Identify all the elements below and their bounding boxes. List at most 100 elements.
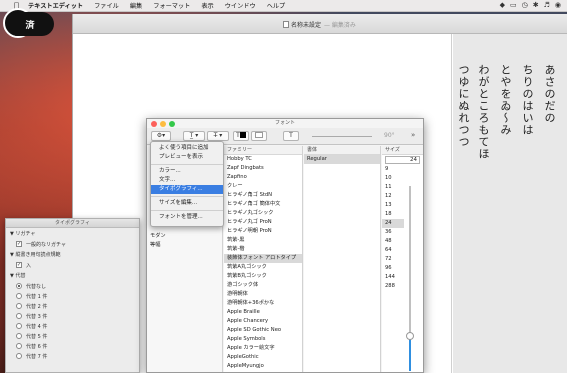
display-icon[interactable]: ▭	[510, 1, 517, 9]
alternate-option[interactable]: 代替 3 件	[6, 311, 139, 321]
more-options-icon[interactable]: »	[411, 131, 415, 139]
style-item[interactable]: Regular	[304, 155, 380, 164]
alternate-option[interactable]: 代替 5 件	[6, 331, 139, 341]
alternate-option[interactable]: 代替 6 件	[6, 341, 139, 351]
checkbox[interactable]: ✓	[16, 262, 22, 268]
size-item[interactable]: 64	[382, 246, 404, 255]
family-item[interactable]: Apple Chancery	[224, 317, 302, 326]
family-item[interactable]: Apple カラー絵文字	[224, 344, 302, 353]
family-item[interactable]: 游ゴシック体	[224, 281, 302, 290]
family-item[interactable]: ヒラギノ丸ゴ ProN	[224, 218, 302, 227]
wifi-icon[interactable]: ◉	[555, 1, 561, 9]
menu-item-add-favorite[interactable]: よく使う項目に追加	[151, 144, 223, 153]
size-slider-knob[interactable]	[406, 332, 414, 340]
alternate-option[interactable]: 代替 4 件	[6, 321, 139, 331]
family-item[interactable]: Zapf Dingbats	[224, 164, 302, 173]
underline-button[interactable]: T̲ ▾	[183, 131, 205, 141]
size-item[interactable]: 13	[382, 201, 404, 210]
collection-item[interactable]: 等幅	[147, 241, 222, 250]
family-item[interactable]: 游明朝体	[224, 290, 302, 299]
dropbox-icon[interactable]: ◆	[500, 1, 505, 9]
size-item[interactable]: 9	[382, 165, 404, 174]
strikethrough-button[interactable]: T̶ ▾	[207, 131, 229, 141]
alternate-option[interactable]: 代替 7 件	[6, 351, 139, 361]
menu-item-manage-fonts[interactable]: フォントを管理...	[151, 213, 223, 222]
family-item[interactable]: 筑紫B丸ゴシック	[224, 272, 302, 281]
menu-file[interactable]: ファイル	[94, 1, 119, 10]
menu-help[interactable]: ヘルプ	[267, 1, 286, 10]
volume-icon[interactable]: ♬	[544, 1, 550, 9]
section-alternates-header[interactable]: ▼ 代替	[6, 270, 139, 281]
size-item[interactable]: 72	[382, 255, 404, 264]
collection-item[interactable]: モダン	[147, 232, 222, 241]
radio-button[interactable]	[16, 323, 22, 329]
menu-item-show-preview[interactable]: プレビューを表示	[151, 153, 223, 162]
size-slider[interactable]	[406, 186, 414, 371]
action-gear-button[interactable]: ⚙▾	[151, 131, 171, 141]
fonts-window-title: フォント	[274, 120, 295, 126]
menu-window[interactable]: ウインドウ	[225, 1, 256, 10]
typography-panel-title[interactable]: タイポグラフィ	[6, 219, 139, 228]
family-item[interactable]: 筑紫-楷	[224, 245, 302, 254]
document-text-area[interactable]: あさのだの ちりのはいは とやをゐ〜み わがところもてほ つゆにぬれつつ	[453, 34, 567, 373]
size-item[interactable]: 48	[382, 237, 404, 246]
vertical-punctuation-option[interactable]: ✓ 入	[6, 260, 139, 270]
checkbox[interactable]: ✓	[16, 241, 22, 247]
menu-separator	[151, 196, 223, 197]
radio-button[interactable]	[16, 303, 22, 309]
alternate-option[interactable]: 代替 1 件	[6, 291, 139, 301]
radio-button[interactable]	[16, 293, 22, 299]
size-item[interactable]: 11	[382, 183, 404, 192]
family-item[interactable]: 筑紫A丸ゴシック	[224, 263, 302, 272]
size-item[interactable]: 10	[382, 174, 404, 183]
size-item[interactable]: 36	[382, 228, 404, 237]
family-item-selected[interactable]: 装飾体フォント アロトタイプ	[224, 254, 302, 263]
menu-item-typography[interactable]: タイポグラフィ...	[151, 185, 223, 194]
ligature-common-option[interactable]: ✓ 一般的なリガチャ	[6, 239, 139, 249]
document-titlebar[interactable]: 名称未設定 — 編集済み	[73, 14, 567, 34]
family-item[interactable]: Zapfino	[224, 173, 302, 182]
menu-item-characters[interactable]: 文字...	[151, 176, 223, 185]
section-ligature-header[interactable]: ▼ リガチャ	[6, 228, 139, 239]
radio-button[interactable]	[16, 343, 22, 349]
radio-button[interactable]	[16, 313, 22, 319]
shadow-opacity-slider[interactable]	[312, 136, 372, 137]
section-vertical-punctuation-header[interactable]: ▼ 縦書き用句読点規範	[6, 249, 139, 260]
family-item[interactable]: クレー	[224, 182, 302, 191]
size-item[interactable]: 18	[382, 210, 404, 219]
size-item[interactable]: 144	[382, 273, 404, 282]
radio-button[interactable]	[16, 353, 22, 359]
size-item[interactable]: 96	[382, 264, 404, 273]
family-item[interactable]: ヒラギノ角ゴ StdN	[224, 191, 302, 200]
time-machine-icon[interactable]: ◷	[522, 1, 528, 9]
size-item-selected[interactable]: 24	[382, 219, 404, 228]
size-input[interactable]: 24	[385, 156, 420, 164]
family-item[interactable]: ヒラギノ角ゴ 簡体中文	[224, 200, 302, 209]
menu-item-edit-sizes[interactable]: サイズを編集...	[151, 199, 223, 208]
family-item[interactable]: ヒラギノ明朝 ProN	[224, 227, 302, 236]
family-item[interactable]: Hobby TC	[224, 155, 302, 164]
menu-view[interactable]: 表示	[201, 1, 213, 10]
shadow-button[interactable]: T	[283, 131, 299, 141]
menu-app-name[interactable]: テキストエディット	[28, 1, 83, 10]
family-item[interactable]: AppleGothic	[224, 353, 302, 362]
radio-button[interactable]	[16, 333, 22, 339]
size-item[interactable]: 288	[382, 282, 404, 291]
bluetooth-icon[interactable]: ✱	[533, 1, 539, 9]
alternate-option[interactable]: 代替 2 件	[6, 301, 139, 311]
radio-button[interactable]	[16, 283, 22, 289]
size-item[interactable]: 12	[382, 192, 404, 201]
menu-item-color[interactable]: カラー...	[151, 167, 223, 176]
family-item[interactable]: AppleMyungjo	[224, 362, 302, 371]
family-item[interactable]: 筑紫-黒	[224, 236, 302, 245]
alternate-option[interactable]: 代替なし	[6, 281, 139, 291]
family-item[interactable]: Apple Symbols	[224, 335, 302, 344]
family-item[interactable]: Apple Braille	[224, 308, 302, 317]
text-color-button[interactable]: T	[233, 131, 249, 141]
menu-edit[interactable]: 編集	[130, 1, 142, 10]
family-item[interactable]: 游明朝体+36ポかな	[224, 299, 302, 308]
family-item[interactable]: Apple SD Gothic Neo	[224, 326, 302, 335]
menu-format[interactable]: フォーマット	[153, 1, 190, 10]
family-item[interactable]: ヒラギノ丸ゴシック	[224, 209, 302, 218]
document-color-button[interactable]	[251, 131, 267, 141]
